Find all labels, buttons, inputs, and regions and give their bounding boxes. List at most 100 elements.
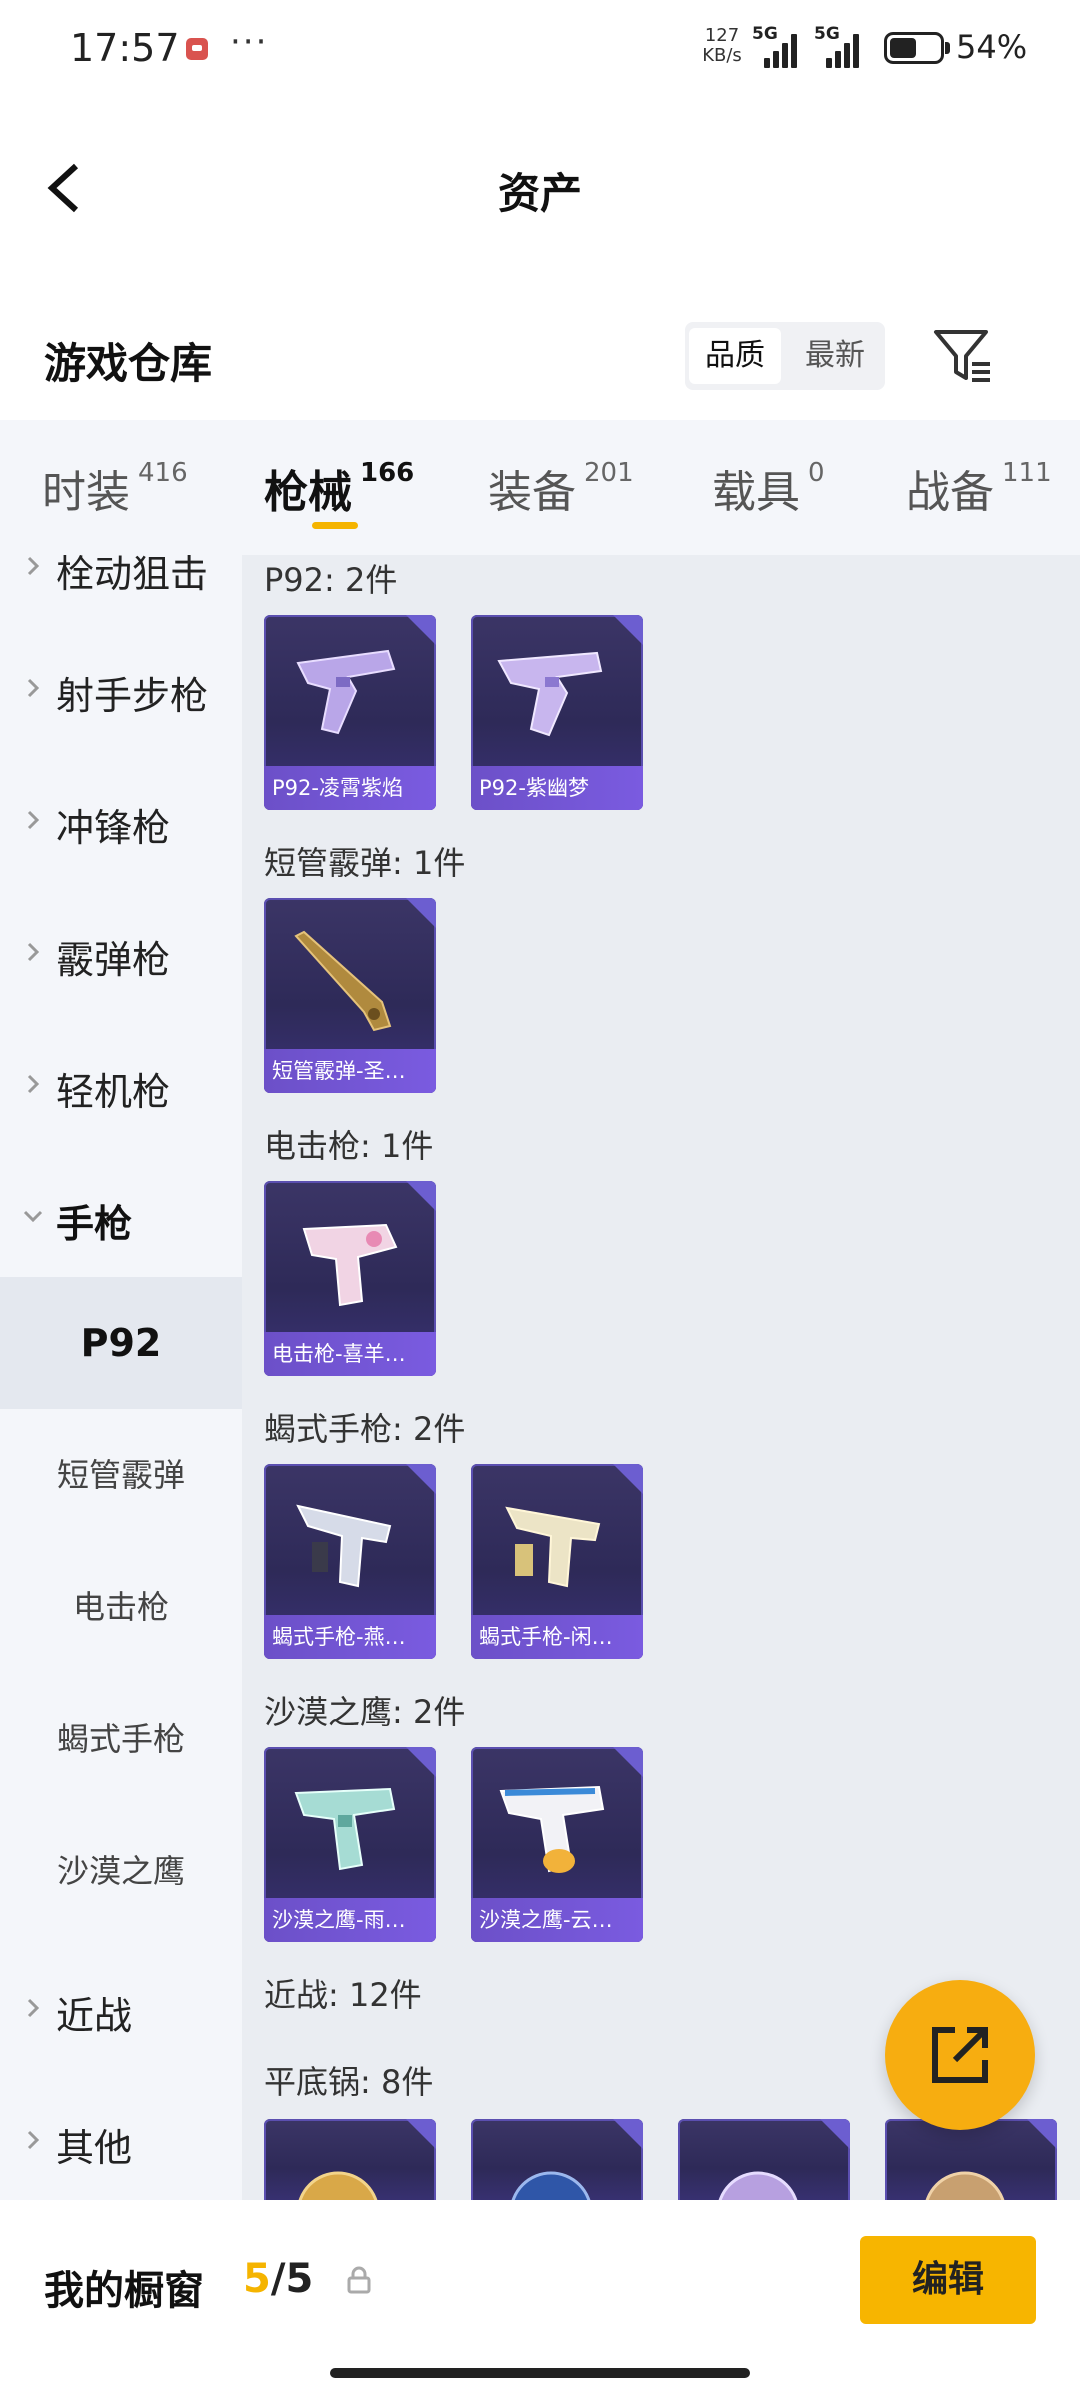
sort-newest-option[interactable]: 最新 xyxy=(789,328,881,384)
sort-quality-option[interactable]: 品质 xyxy=(689,328,781,384)
item-name: P92-紫幽梦 xyxy=(471,766,643,810)
sidebar-category-smg[interactable]: 冲锋枪 xyxy=(0,779,242,859)
tab-vehicles[interactable]: 载具 0 xyxy=(712,456,825,520)
frying-pan-icon xyxy=(298,2171,378,2200)
item-name: 沙漠之鹰-雨… xyxy=(264,1898,436,1942)
item-card[interactable] xyxy=(471,2119,643,2200)
item-card[interactable]: 短管霰弹-圣… xyxy=(264,898,436,1093)
group-title-frying-pan: 平底锅: 8件 xyxy=(264,2063,434,2101)
frying-pan-icon xyxy=(925,2171,1005,2200)
external-link-icon xyxy=(932,2027,988,2083)
item-card[interactable]: P92-紫幽梦 xyxy=(471,615,643,810)
signal-1-icon: 5G xyxy=(752,22,808,68)
status-time: 17:57 xyxy=(70,26,180,70)
sidebar-item-p92[interactable]: P92 xyxy=(0,1277,242,1409)
chevron-right-icon xyxy=(27,810,40,830)
network-speed-value: 127 xyxy=(704,25,740,46)
sidebar-item-scorpion-pistol[interactable]: 蝎式手枪 xyxy=(0,1673,242,1805)
warehouse-title: 游戏仓库 xyxy=(44,339,213,388)
item-card[interactable]: 电击枪-喜羊… xyxy=(264,1181,436,1376)
tab-count: 201 xyxy=(584,458,634,488)
item-name: 短管霰弹-圣… xyxy=(264,1049,436,1093)
back-button[interactable] xyxy=(40,158,100,218)
frying-pan-icon xyxy=(511,2171,591,2200)
item-grid: P92: 2件 P92-凌霄紫焰 P92-紫幽梦 短管霰弹: 1件 短管霰弹-圣… xyxy=(242,555,1080,2200)
edit-button[interactable]: 编辑 xyxy=(860,2236,1036,2324)
sidebar-item-desert-eagle[interactable]: 沙漠之鹰 xyxy=(0,1805,242,1937)
pistol-icon xyxy=(499,1785,605,1873)
showcase-count-max: 5 xyxy=(285,2256,314,2302)
tab-equipment[interactable]: 装备 201 xyxy=(488,456,634,520)
item-card[interactable]: 沙漠之鹰-云… xyxy=(471,1747,643,1942)
tab-count: 111 xyxy=(1002,458,1052,488)
sidebar-category-melee[interactable]: 近战 xyxy=(0,1967,242,2047)
chevron-right-icon xyxy=(27,678,40,698)
item-card[interactable]: 蝎式手枪-闲… xyxy=(471,1464,643,1659)
status-bar: 17:57 ··· 127 KB/s 5G 5G 54% xyxy=(0,0,1080,100)
shotgun-icon xyxy=(294,930,392,1032)
tab-firearms[interactable]: 枪械 166 xyxy=(264,456,414,520)
battery-tip xyxy=(945,42,950,54)
item-card[interactable] xyxy=(885,2119,1057,2200)
showcase-count: 5/5 xyxy=(243,2256,313,2302)
tab-label: 时装 xyxy=(42,467,130,518)
frying-pan-icon xyxy=(718,2171,798,2200)
tab-label: 载具 xyxy=(712,467,800,518)
item-card[interactable]: P92-凌霄紫焰 xyxy=(264,615,436,810)
item-name: 蝎式手枪-闲… xyxy=(471,1615,643,1659)
chevron-right-icon xyxy=(27,556,40,576)
sort-toggle: 品质 最新 xyxy=(685,322,885,390)
share-fab-button[interactable] xyxy=(885,1980,1035,2130)
filter-button[interactable] xyxy=(930,322,996,388)
smg-pistol-icon xyxy=(505,1506,601,1588)
home-indicator[interactable] xyxy=(330,2368,750,2378)
sidebar-category-bolt-sniper[interactable]: 栓动狙击 xyxy=(0,555,242,605)
group-title-melee: 近战: 12件 xyxy=(264,1976,422,2014)
item-name: 电击枪-喜羊… xyxy=(264,1332,436,1376)
page-title: 资产 xyxy=(497,169,582,218)
sidebar-item-taser[interactable]: 电击枪 xyxy=(0,1541,242,1673)
battery-percent: 54% xyxy=(956,28,1028,66)
chevron-right-icon xyxy=(27,1074,40,1094)
tab-fashion[interactable]: 时装 416 xyxy=(42,456,188,520)
smg-pistol-icon xyxy=(296,1504,392,1588)
item-card[interactable]: 沙漠之鹰-雨… xyxy=(264,1747,436,1942)
battery-icon xyxy=(884,32,944,64)
pistol-icon xyxy=(497,651,603,737)
tab-count: 416 xyxy=(138,458,188,488)
sidebar-category-label: 手枪 xyxy=(56,1202,133,1246)
chevron-right-icon xyxy=(27,1998,40,2018)
tab-count: 166 xyxy=(360,458,415,488)
tab-label: 战备 xyxy=(906,467,994,518)
sidebar-category-shotgun[interactable]: 霰弹枪 xyxy=(0,911,242,991)
chevron-right-icon xyxy=(27,942,40,962)
network-speed: 127 KB/s xyxy=(700,26,744,66)
message-notification-icon xyxy=(186,38,208,60)
showcase-count-current: 5 xyxy=(243,2256,271,2302)
chevron-left-icon xyxy=(47,163,79,213)
tab-label: 装备 xyxy=(488,467,576,518)
sidebar-category-pistol[interactable]: 手枪 xyxy=(0,1175,242,1255)
filter-icon xyxy=(934,330,990,382)
sidebar-category-marksman-rifle[interactable]: 射手步枪 xyxy=(0,647,242,727)
sidebar-category-label: 冲锋枪 xyxy=(56,806,171,850)
group-title-taser: 电击枪: 1件 xyxy=(264,1127,434,1165)
sidebar-category-other[interactable]: 其他 xyxy=(0,2099,242,2179)
item-card[interactable] xyxy=(264,2119,436,2200)
pistol-icon xyxy=(294,1787,396,1871)
sidebar-category-lmg[interactable]: 轻机枪 xyxy=(0,1043,242,1123)
sidebar-category-label: 近战 xyxy=(56,1994,133,2038)
item-card[interactable]: 蝎式手枪-燕… xyxy=(264,1464,436,1659)
item-card[interactable] xyxy=(678,2119,850,2200)
chevron-down-icon xyxy=(23,1210,43,1223)
sidebar-category-label: 霰弹枪 xyxy=(56,938,171,982)
sidebar-category-label: 其他 xyxy=(56,2126,133,2170)
sidebar-item-short-shotgun[interactable]: 短管霰弹 xyxy=(0,1409,242,1541)
taser-icon xyxy=(302,1223,398,1307)
category-tabs: 时装 416 枪械 166 装备 201 载具 0 战备 111 xyxy=(0,420,1080,555)
item-name: P92-凌霄紫焰 xyxy=(264,766,436,810)
group-title-p92: P92: 2件 xyxy=(264,561,398,599)
network-speed-unit: KB/s xyxy=(702,45,742,66)
tab-combat-gear[interactable]: 战备 111 xyxy=(906,456,1052,520)
showcase-label: 我的橱窗 xyxy=(44,2268,204,2314)
